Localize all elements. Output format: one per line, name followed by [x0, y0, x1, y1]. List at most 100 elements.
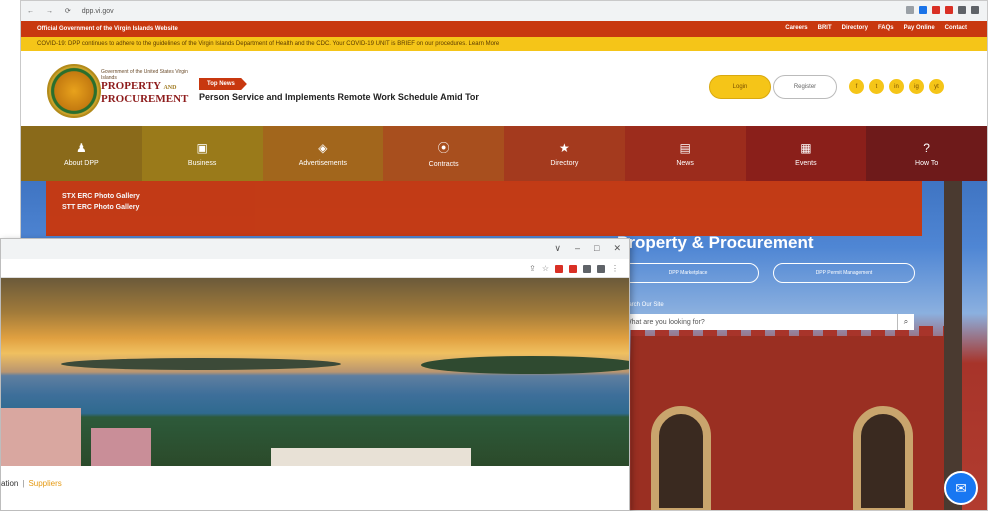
nav-item-contracts[interactable]: ⦿ Contracts: [383, 126, 504, 181]
government-seal-logo[interactable]: [47, 64, 101, 118]
facebook-icon[interactable]: f: [849, 79, 864, 94]
top-link-brit[interactable]: BRIT: [818, 25, 832, 31]
question-icon: ?: [923, 140, 930, 155]
extension-icon[interactable]: [583, 264, 591, 273]
top-link-contact[interactable]: Contact: [945, 25, 967, 31]
top-link-faqs[interactable]: FAQs: [878, 25, 894, 31]
hillside-houses: [1, 408, 81, 466]
nav-dropdown-menu: STX ERC Photo Gallery STT ERC Photo Gall…: [46, 181, 922, 236]
nav-item-label: Directory: [550, 159, 579, 167]
window-controls: ∨ – □ ✕: [554, 243, 621, 254]
menu-icon[interactable]: [971, 6, 979, 14]
browser-toolbar: ← → ⟳ dpp.vi.gov: [21, 1, 987, 22]
maximize-icon[interactable]: □: [594, 243, 599, 254]
address-bar[interactable]: dpp.vi.gov: [82, 8, 114, 15]
nav-item-label: Advertisements: [298, 159, 347, 167]
menu-icon[interactable]: ⋮: [611, 264, 619, 273]
breadcrumb-item[interactable]: ation: [1, 479, 18, 488]
profile-icon[interactable]: [597, 264, 605, 273]
logo-word-procurement: PROCUREMENT: [101, 93, 189, 105]
arched-window-left: [651, 406, 711, 510]
nav-item-label: News: [676, 159, 694, 167]
palm-tree-image: [926, 181, 986, 510]
front-browser-window: ∨ – □ ✕ ⇪ ☆ ⋮ ation | Suppliers: [0, 238, 630, 511]
site-logo-text[interactable]: Government of the United States Virgin I…: [101, 69, 191, 105]
nav-item-label: About DPP: [64, 159, 99, 167]
messenger-chat-icon[interactable]: ✉: [944, 471, 978, 505]
nav-item-advertisements[interactable]: ◈ Advertisements: [262, 126, 384, 181]
nav-item-directory[interactable]: ★ Directory: [504, 126, 625, 181]
handshake-icon: ⦿: [437, 141, 450, 155]
nav-item-label: Business: [187, 159, 217, 167]
main-navigation: ♟ About DPP ▣ Business ◈ Advertisements ⦿ Contr…: [21, 126, 987, 181]
site-search-input[interactable]: What are you looking for?: [621, 314, 897, 330]
tab-dropdown-icon[interactable]: ∨: [554, 243, 561, 254]
breadcrumb: ation | Suppliers: [1, 479, 62, 488]
top-link-directory[interactable]: Directory: [842, 25, 868, 31]
share-icon[interactable]: ⇪: [529, 264, 536, 273]
nav-item-how-to[interactable]: ? How To: [866, 126, 987, 181]
instagram-icon[interactable]: ig: [909, 79, 924, 94]
megaphone-icon: ◈: [318, 140, 328, 155]
browser-toolbar: ⇪ ☆ ⋮: [1, 259, 629, 278]
hillside-houses: [91, 428, 151, 466]
official-site-text: Official Government of the Virgin Island…: [37, 26, 178, 32]
dropdown-item-stx-gallery[interactable]: STX ERC Photo Gallery: [62, 193, 922, 200]
nav-item-label: Contracts: [428, 161, 459, 168]
breadcrumb-separator: |: [22, 479, 25, 488]
youtube-icon[interactable]: yt: [929, 79, 944, 94]
profile-icon[interactable]: [958, 6, 966, 14]
browser-extension-icons: ⇪ ☆ ⋮: [529, 264, 619, 273]
star-icon[interactable]: [906, 6, 914, 14]
browser-nav-buttons[interactable]: ← → ⟳: [27, 7, 76, 15]
permit-management-button[interactable]: DPP Permit Management: [773, 263, 915, 283]
minimize-icon[interactable]: –: [575, 243, 580, 254]
logo-word-and: AND: [163, 85, 177, 91]
island-silhouette: [61, 358, 341, 370]
site-header: Government of the United States Virgin I…: [21, 51, 987, 126]
people-icon: ♟: [75, 140, 87, 155]
twitter-icon[interactable]: t: [869, 79, 884, 94]
nav-item-events[interactable]: ▦ Events: [745, 126, 867, 181]
extension-icon[interactable]: [945, 6, 953, 14]
calendar-icon: ▦: [800, 140, 812, 155]
hero-title: Property & Procurement: [617, 233, 814, 252]
register-button[interactable]: Register: [773, 75, 837, 99]
extension-icon[interactable]: [919, 6, 927, 14]
nav-item-label: How To: [915, 159, 939, 167]
star-icon: ★: [558, 140, 570, 155]
social-links: f t in ig yt: [849, 79, 944, 94]
briefcase-icon: ▣: [196, 140, 208, 155]
arched-window-right: [853, 406, 913, 510]
nav-item-label: Events: [795, 159, 817, 167]
island-silhouette: [421, 356, 629, 374]
top-link-pay-online[interactable]: Pay Online: [904, 25, 935, 31]
search-icon[interactable]: ⌕: [897, 314, 914, 330]
covid-alert-banner[interactable]: COVID-19: DPP continues to adhere to the…: [21, 37, 987, 51]
top-links: Careers BRIT Directory FAQs Pay Online C…: [785, 25, 967, 31]
linkedin-icon[interactable]: in: [889, 79, 904, 94]
nav-item-news[interactable]: ▤ News: [624, 126, 746, 181]
window-titlebar: ∨ – □ ✕: [1, 239, 629, 260]
nav-item-business[interactable]: ▣ Business: [141, 126, 263, 181]
breadcrumb-item-suppliers[interactable]: Suppliers: [28, 479, 61, 488]
extension-icon[interactable]: [555, 264, 563, 273]
nav-item-about-dpp[interactable]: ♟ About DPP: [21, 126, 142, 181]
news-ticker[interactable]: Person Service and Implements Remote Wor…: [199, 92, 479, 102]
extension-icon[interactable]: [932, 6, 940, 14]
star-icon[interactable]: ☆: [542, 264, 549, 273]
hillside-houses: [271, 448, 471, 466]
browser-extension-icons: [906, 6, 979, 14]
island-sunset-hero-image: [1, 278, 629, 466]
logo-word-property: PROPERTY: [101, 80, 161, 92]
dropdown-item-stt-gallery[interactable]: STT ERC Photo Gallery: [62, 204, 922, 211]
login-button[interactable]: Login: [709, 75, 771, 99]
close-icon[interactable]: ✕: [613, 243, 621, 254]
newspaper-icon: ▤: [679, 140, 691, 155]
marketplace-button[interactable]: DPP Marketplace: [617, 263, 759, 283]
top-bar: Official Government of the Virgin Island…: [21, 21, 987, 37]
top-news-label: Top News: [199, 78, 247, 90]
top-link-careers[interactable]: Careers: [785, 25, 807, 31]
extension-icon[interactable]: [569, 264, 577, 273]
alert-text: COVID-19: DPP continues to adhere to the…: [37, 41, 500, 47]
